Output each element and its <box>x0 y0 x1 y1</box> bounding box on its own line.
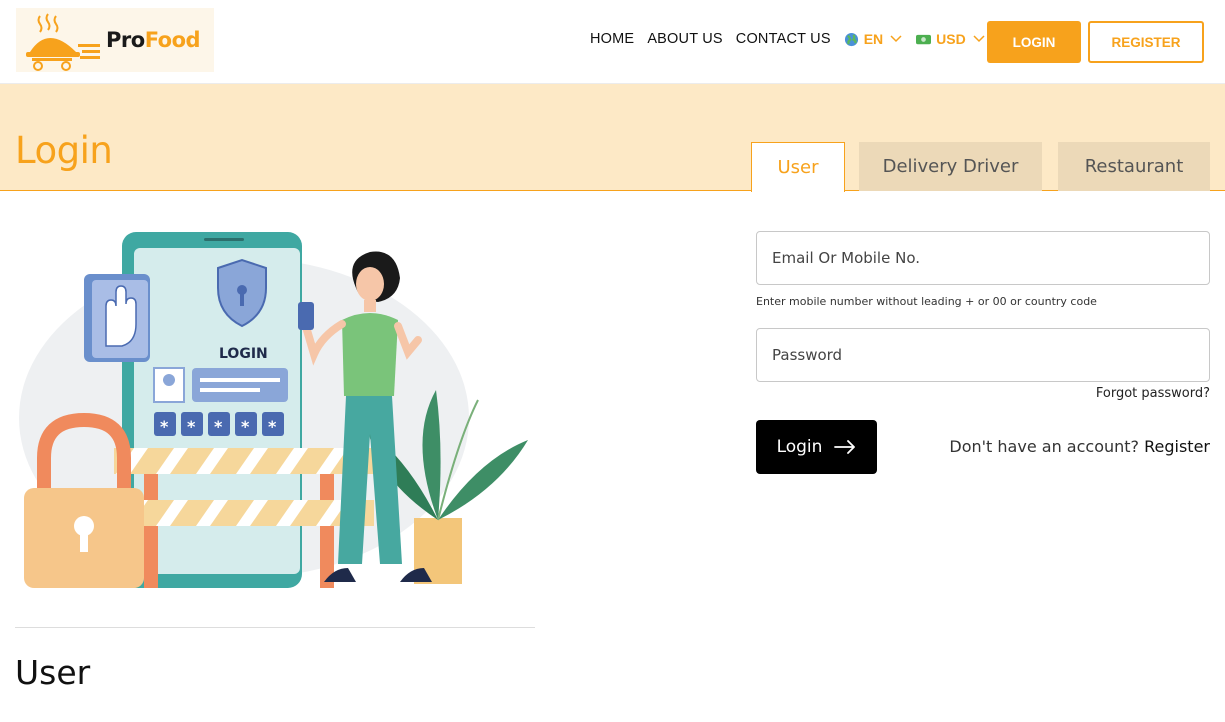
arrow-right-icon <box>834 440 856 454</box>
currency-value: USD <box>936 31 966 47</box>
nav-contact-us[interactable]: CONTACT US <box>736 31 831 47</box>
tab-delivery-driver[interactable]: Delivery Driver <box>859 142 1042 191</box>
svg-text:*: * <box>187 417 196 436</box>
no-account-text: Don't have an account? <box>949 437 1140 456</box>
svg-text:*: * <box>160 417 169 436</box>
tab-restaurant[interactable]: Restaurant <box>1058 142 1210 191</box>
nav-home[interactable]: HOME <box>590 31 634 47</box>
chevron-down-icon <box>973 35 985 43</box>
page-title: Login <box>15 129 113 172</box>
header: ProFood HOME ABOUT US CONTACT US EN USD … <box>0 0 1225 84</box>
svg-text:*: * <box>268 417 277 436</box>
login-illustration: LOGIN * * * * * <box>19 232 528 588</box>
page-banner: Login User Delivery Driver Restaurant <box>0 84 1225 192</box>
logo[interactable]: ProFood <box>16 8 214 72</box>
logo-pro: Pro <box>106 28 145 52</box>
email-or-mobile-input[interactable] <box>756 231 1210 285</box>
login-submit-label: Login <box>776 437 823 457</box>
forgot-password-link[interactable]: Forgot password? <box>1096 386 1210 401</box>
globe-icon <box>844 32 858 46</box>
language-value: EN <box>863 31 884 47</box>
hand-card-illustration <box>84 274 150 362</box>
currency-dropdown[interactable]: USD <box>916 31 985 47</box>
logo-text: ProFood <box>106 28 201 52</box>
header-login-button[interactable]: LOGIN <box>987 21 1081 63</box>
illus-login-text: LOGIN <box>219 346 268 362</box>
register-link[interactable]: Register <box>1144 437 1210 456</box>
nav-about-us[interactable]: ABOUT US <box>647 31 722 47</box>
svg-text:*: * <box>241 417 250 436</box>
logo-food: Food <box>144 28 201 52</box>
money-icon <box>916 34 932 44</box>
main-nav: HOME ABOUT US CONTACT US EN USD <box>590 31 999 47</box>
password-input[interactable] <box>756 328 1210 382</box>
food-delivery-logo-icon <box>26 13 100 71</box>
header-register-button[interactable]: REGISTER <box>1088 21 1204 63</box>
no-account-prompt: Don't have an account? Register <box>949 437 1210 456</box>
language-dropdown[interactable]: EN <box>844 31 902 47</box>
tab-user[interactable]: User <box>751 142 845 192</box>
email-hint-text: Enter mobile number without leading + or… <box>756 295 1097 308</box>
section-title: User <box>15 653 91 692</box>
chevron-down-icon <box>890 35 902 43</box>
login-submit-button[interactable]: Login <box>756 420 877 474</box>
divider <box>15 627 535 628</box>
svg-text:*: * <box>214 417 223 436</box>
